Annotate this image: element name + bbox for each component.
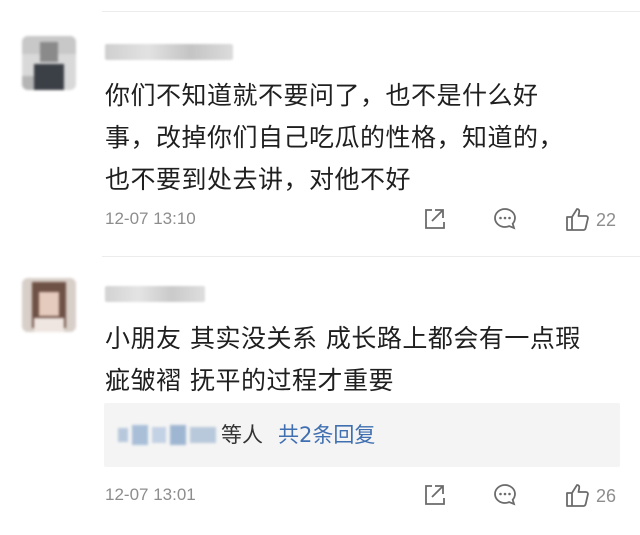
share-icon[interactable]: [420, 481, 448, 509]
comment-icon[interactable]: [491, 205, 519, 233]
timestamp: 12-07 13:10: [105, 209, 196, 228]
timestamp: 12-07 13:01: [105, 485, 196, 504]
username[interactable]: [105, 286, 205, 302]
comment-text: 小朋友 其实没关系 成长路上都会有一点瑕 疵皱褶 抚平的过程才重要: [105, 324, 581, 395]
top-divider: [102, 11, 640, 12]
comment-meta: 12-07 13:10 22: [105, 205, 640, 235]
view-replies-link[interactable]: 共2条回复: [278, 419, 375, 449]
comment-icon[interactable]: [491, 481, 519, 509]
reply-usernames: [118, 425, 218, 445]
avatar[interactable]: [22, 278, 76, 332]
reply-preview[interactable]: 等人 共2条回复: [104, 403, 620, 467]
reply-prefix: 等人: [221, 423, 263, 447]
like-count: 26: [596, 486, 617, 506]
like-count: 22: [596, 210, 617, 230]
comment-divider: [102, 256, 640, 257]
thumbs-up-icon[interactable]: [563, 205, 591, 233]
avatar[interactable]: [22, 36, 76, 90]
share-icon[interactable]: [420, 205, 448, 233]
comment-text: 你们不知道就不要问了，也不是什么好 事，改掉你们自己吃瓜的性格，知道的， 也不要…: [105, 81, 565, 194]
comment-meta: 12-07 13:01 26: [105, 481, 640, 511]
thumbs-up-icon[interactable]: [563, 481, 591, 509]
username[interactable]: [105, 44, 233, 60]
